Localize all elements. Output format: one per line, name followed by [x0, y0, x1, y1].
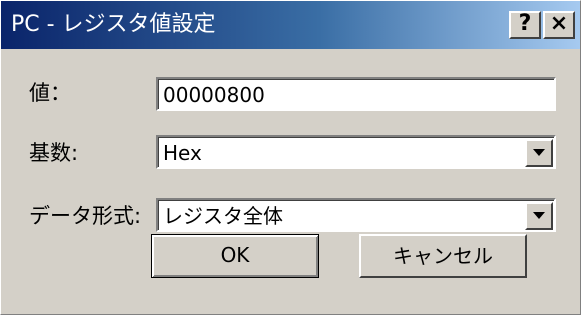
- data-format-select[interactable]: レジスタ全体: [156, 198, 556, 232]
- radix-label: 基数:: [29, 141, 79, 165]
- data-format-dropdown-button[interactable]: [525, 202, 553, 230]
- data-format-label: データ形式:: [29, 204, 142, 228]
- close-icon: ×: [549, 11, 569, 36]
- window-title: PC - レジスタ値設定: [11, 12, 216, 37]
- data-format-selected-value: レジスタ全体: [163, 204, 283, 228]
- radix-selected-value: Hex: [163, 141, 202, 165]
- radix-select[interactable]: Hex: [156, 135, 556, 169]
- ok-button[interactable]: OK: [151, 234, 319, 278]
- title-bar[interactable]: PC - レジスタ値設定 ? ×: [1, 1, 580, 49]
- close-button[interactable]: ×: [543, 11, 575, 39]
- help-icon: ?: [518, 11, 532, 36]
- register-value-dialog: PC - レジスタ値設定 ? × 値： 00000800 基数: Hex データ…: [0, 0, 581, 315]
- chevron-down-icon: [533, 149, 545, 156]
- value-input[interactable]: 00000800: [156, 77, 556, 111]
- value-input-text: 00000800: [163, 83, 265, 107]
- cancel-button[interactable]: キャンセル: [359, 234, 527, 278]
- help-button[interactable]: ?: [509, 11, 541, 39]
- radix-dropdown-button[interactable]: [525, 139, 553, 167]
- chevron-down-icon: [533, 212, 545, 219]
- value-label: 値：: [29, 81, 71, 105]
